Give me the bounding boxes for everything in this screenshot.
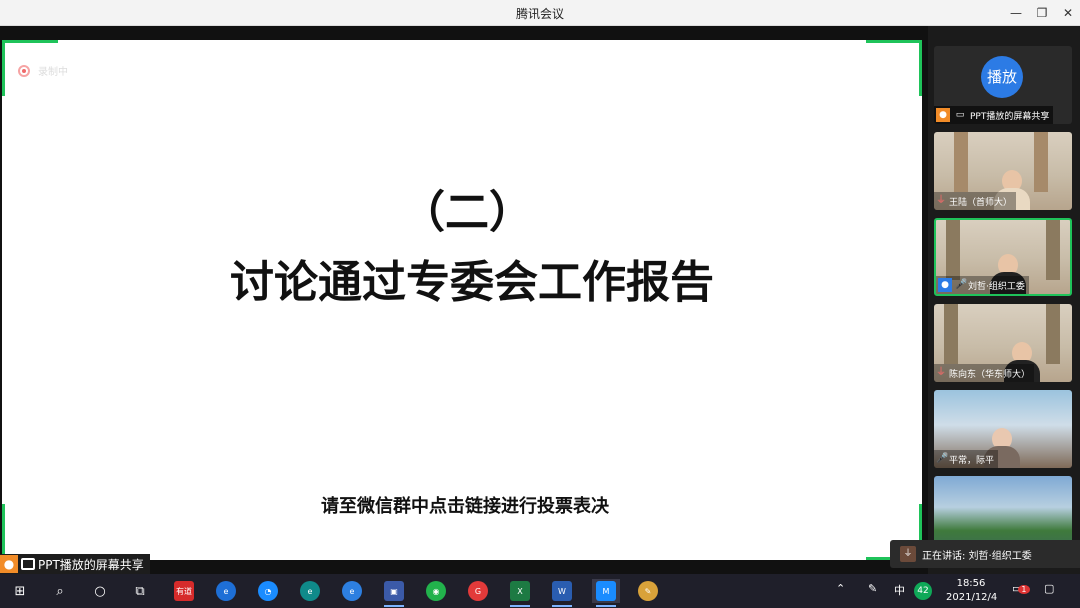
recording-indicator[interactable]: 录制中 [18, 63, 68, 78]
tile-label: 🎤 平常，际平 [934, 450, 999, 468]
share-frame-corner [866, 40, 922, 96]
action-center-icon[interactable]: ▢ [1044, 582, 1054, 595]
clock-date: 2021/12/4 [946, 592, 998, 603]
user-icon: ● [936, 108, 950, 122]
word-icon[interactable]: W [548, 579, 576, 607]
restore-icon[interactable]: ❐ [1030, 3, 1054, 23]
window-titlebar: 腾讯会议 — ❐ ✕ [0, 0, 1080, 26]
app-sq: G [468, 581, 488, 601]
slide-note: 请至微信群中点击链接进行投票表决 [321, 496, 609, 517]
speaking-indicator: ⏚ 正在讲话: 刘哲·组织工委 [890, 540, 1080, 568]
ie-icon[interactable]: e [212, 579, 240, 603]
record-icon [18, 64, 30, 77]
system-clock[interactable]: 18:56 2021/12/4 [946, 577, 998, 605]
slide-section-number: （二） [401, 187, 533, 238]
participant-name: 王陆（首师大） [949, 197, 1013, 208]
youdao-icon[interactable]: 有道 [170, 579, 198, 603]
slide-title: 讨论通过专委会工作报告 [230, 257, 714, 308]
tencent-meeting-active-icon[interactable]: M [592, 579, 620, 607]
tile-label: ● ▭ PPT播放的屏幕共享 [934, 106, 1054, 124]
mic-icon: 🎤 [936, 453, 949, 464]
screen-share-icon [21, 558, 35, 570]
participant-tile-active[interactable]: ● 🎤 刘哲·组织工委 [934, 218, 1072, 296]
chevron-up-icon[interactable]: ⌃ [836, 582, 845, 595]
participant-name: PPT播放的屏幕共享 [970, 111, 1050, 122]
participant-tile-ppt-share[interactable]: 播放 ● ▭ PPT播放的屏幕共享 [934, 46, 1072, 124]
save-icon[interactable]: ▣ [380, 579, 408, 607]
screen-share-icon: ▭ [955, 110, 965, 120]
shared-screen-stage: 录制中 （二） 讨论通过专委会工作报告 请至微信群中点击链接进行投票表决 [0, 26, 928, 574]
app-sq: e [342, 581, 362, 601]
windows-taskbar: ⊞ ⌕ ○ ⧉ 有道 e ◔ e e ▣ ◉ G X W M ✎ ⌃ ✎ 中 4… [0, 574, 1080, 608]
search-icon[interactable]: ⌕ [46, 579, 74, 603]
app-sq: e [300, 581, 320, 601]
participant-video-panel: 播放 ● ▭ PPT播放的屏幕共享 ⏚ 王陆（首师大） ● 🎤 刘哲·组织工委 [928, 26, 1080, 574]
tile-label: ⏚ 王陆（首师大） [934, 192, 1017, 210]
speaking-text: 正在讲话: 刘哲·组织工委 [922, 550, 1032, 562]
recording-label: 录制中 [38, 67, 68, 78]
background-shelf [1046, 304, 1060, 364]
background-pillar [1034, 132, 1048, 192]
notification-icon[interactable]: ▭1 [1012, 582, 1030, 595]
pen-icon[interactable]: ✎ [868, 582, 877, 595]
play-button[interactable]: 播放 [981, 56, 1023, 98]
windows-start-icon[interactable]: ⊞ [6, 579, 34, 603]
app-sq: ◔ [258, 581, 278, 601]
tile-label: ⏚ 陈向东（华东师大） [934, 364, 1035, 382]
clock-time: 18:56 [956, 578, 986, 589]
app-sq: e [216, 581, 236, 601]
mic-muted-icon: ⏚ [936, 367, 946, 378]
weibo-icon[interactable]: G [464, 579, 492, 603]
minimize-icon[interactable]: — [1004, 3, 1028, 23]
window-title: 腾讯会议 [515, 7, 564, 21]
user-icon: ● [938, 278, 952, 292]
app-sq: ✎ [638, 581, 658, 601]
close-icon[interactable]: ✕ [1056, 3, 1080, 23]
background-pillar [954, 132, 968, 192]
paint-icon[interactable]: ✎ [634, 579, 662, 603]
ime-indicator[interactable]: 中 [894, 582, 905, 598]
background-shelf [946, 220, 960, 280]
participant-name: 陈向东（华东师大） [949, 369, 1031, 380]
participant-name: 刘哲·组织工委 [968, 281, 1025, 292]
wechat-icon[interactable]: ◉ [422, 579, 450, 603]
participant-tile[interactable]: ⏚ 陈向东（华东师大） [934, 304, 1072, 382]
app-sq: ▣ [384, 581, 404, 601]
participant-tile[interactable]: 🎤 平常，际平 [934, 390, 1072, 468]
excel-icon[interactable]: X [506, 579, 534, 607]
participant-name: 平常，际平 [949, 455, 995, 466]
cortana-icon[interactable]: ○ [86, 579, 114, 603]
tile-label: ● 🎤 刘哲·组织工委 [936, 276, 1029, 294]
app-sq: X [510, 581, 530, 601]
app-sq: 有道 [174, 581, 194, 601]
speaker-avatar: ⏚ [900, 546, 916, 562]
tencent-meeting-icon[interactable]: ◔ [254, 579, 282, 603]
ie-alt-icon[interactable]: e [338, 579, 366, 603]
app-sq: ◉ [426, 581, 446, 601]
app-sq: M [596, 581, 616, 601]
participant-tile[interactable]: ⏚ 王陆（首师大） [934, 132, 1072, 210]
ppt-slide: 录制中 （二） 讨论通过专委会工作报告 请至微信群中点击链接进行投票表决 [2, 40, 922, 560]
screen-share-title: PPT播放的屏幕共享 [38, 557, 144, 572]
background-shelf [944, 304, 958, 364]
security-badge[interactable]: 42 [914, 582, 932, 600]
notification-count: 1 [1018, 585, 1030, 594]
task-view-icon[interactable]: ⧉ [126, 579, 154, 603]
background-shelf [1046, 220, 1060, 280]
mic-muted-icon: ⏚ [936, 195, 946, 206]
mic-active-icon: 🎤 [955, 279, 968, 290]
user-icon: ● [0, 555, 18, 573]
app-sq: W [552, 581, 572, 601]
screen-share-label: ● PPT播放的屏幕共享 [0, 554, 150, 574]
edge-icon[interactable]: e [296, 579, 324, 603]
